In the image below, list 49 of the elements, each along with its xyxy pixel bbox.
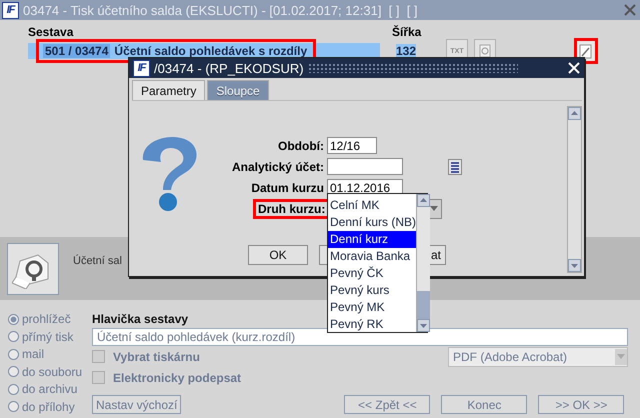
report-code: 501 / 03474: [43, 44, 110, 58]
signature-checkbox[interactable]: Elektronicky podepsat: [92, 370, 242, 384]
dropdown-option[interactable]: Moravia Banka: [328, 248, 416, 264]
output-radio[interactable]: mail: [8, 347, 92, 362]
report-width: 132: [396, 44, 416, 58]
output-radio[interactable]: do přílohy: [8, 400, 92, 414]
ok-button[interactable]: OK: [248, 245, 308, 265]
dialog-title: /03474 - (RP_EKODSUR): [154, 60, 304, 76]
dialog-tab[interactable]: Parametry: [132, 80, 206, 100]
header-label: Hlavička sestavy: [92, 312, 188, 328]
scroll-up-button[interactable]: [417, 194, 430, 207]
window-title: 03474 - Tisk účetního salda (EKSLUCTI) - [01.02.2017; 12:31] [ ] [ ]: [23, 2, 419, 18]
report-name: Účetní saldo pohledávek s rozdíly: [114, 44, 308, 58]
dropdown-option[interactable]: Pevný kurs: [328, 281, 416, 298]
nav-button[interactable]: Konec: [441, 395, 528, 414]
preview-text: Účetní sal: [73, 254, 122, 266]
output-radio[interactable]: prohlížeč: [8, 312, 92, 326]
nav-button[interactable]: >> OK >>: [538, 395, 624, 414]
scrollbar[interactable]: [416, 194, 430, 332]
scrollbar[interactable]: [567, 106, 582, 273]
dropdown-option[interactable]: Pevný ČK: [328, 264, 416, 282]
scroll-thumb[interactable]: [417, 291, 430, 319]
scroll-down-button[interactable]: [568, 259, 581, 272]
caret-icon: [430, 206, 438, 211]
field-label: Období:: [277, 138, 325, 152]
dropdown-option[interactable]: Pevný MK: [328, 298, 416, 316]
output-radio[interactable]: přímý tisk: [8, 330, 92, 344]
list-icon[interactable]: [448, 158, 462, 174]
default-button[interactable]: Nastav výchozí: [92, 395, 182, 414]
column-header: Sestava: [28, 25, 74, 39]
document-globe-icon: [479, 44, 491, 58]
scroll-up-button[interactable]: [568, 107, 581, 120]
app-logo: IF: [2, 2, 19, 18]
period-input[interactable]: 12/16: [327, 137, 377, 154]
column-header: Šířka: [392, 25, 422, 39]
output-radio[interactable]: do archivu: [8, 382, 92, 396]
dropdown-option[interactable]: Denní kurs (NB): [328, 214, 416, 231]
caret-icon: [617, 354, 625, 359]
account-input[interactable]: [327, 158, 403, 175]
dropdown-option[interactable]: Denní kurz: [328, 230, 416, 248]
output-radio[interactable]: do souboru: [8, 364, 92, 379]
field-label: Analytický účet:: [230, 160, 325, 174]
dropdown-option[interactable]: Celní MK: [328, 197, 416, 214]
field-label: Datum kurzu: [250, 180, 325, 194]
pencil-document-icon: [579, 44, 593, 58]
scroll-down-button[interactable]: [417, 319, 430, 332]
nav-button[interactable]: << Zpět <<: [344, 395, 430, 414]
app-logo: IF: [133, 60, 150, 76]
printer-checkbox[interactable]: Vybrat tiskárnu: [92, 350, 200, 364]
